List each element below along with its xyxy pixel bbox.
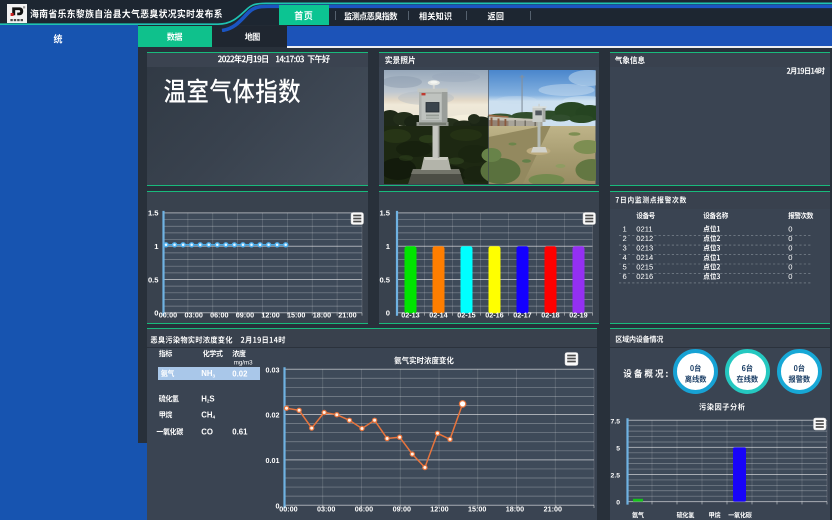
svg-text:0211: 0211 bbox=[636, 225, 652, 234]
svg-text:1.5: 1.5 bbox=[148, 209, 159, 218]
svg-text:09:00: 09:00 bbox=[393, 504, 411, 513]
svg-text:02-15: 02-15 bbox=[457, 310, 475, 319]
svg-text:H2S: H2S bbox=[201, 395, 214, 404]
svg-text:21:00: 21:00 bbox=[338, 310, 356, 319]
svg-text:0213: 0213 bbox=[636, 244, 653, 253]
svg-text:0.61: 0.61 bbox=[232, 428, 248, 437]
svg-text:1.5: 1.5 bbox=[379, 209, 390, 218]
svg-text:18:00: 18:00 bbox=[506, 504, 524, 513]
svg-text:3: 3 bbox=[623, 244, 627, 253]
svg-text:0: 0 bbox=[788, 234, 792, 243]
svg-text:1: 1 bbox=[154, 242, 159, 251]
svg-text:NH3: NH3 bbox=[201, 369, 215, 378]
svg-text:0216: 0216 bbox=[636, 272, 653, 281]
svg-text:2.5: 2.5 bbox=[611, 473, 621, 480]
svg-text:06:00: 06:00 bbox=[355, 504, 373, 513]
svg-text:0.02: 0.02 bbox=[232, 370, 248, 379]
svg-text:00:00: 00:00 bbox=[279, 504, 297, 513]
svg-text:0215: 0215 bbox=[636, 263, 653, 272]
svg-text:0.02: 0.02 bbox=[266, 411, 280, 420]
svg-text:2: 2 bbox=[623, 234, 627, 243]
svg-text:0: 0 bbox=[788, 272, 792, 281]
svg-text:06:00: 06:00 bbox=[210, 310, 228, 319]
svg-text:02-17: 02-17 bbox=[513, 310, 531, 319]
svg-text:0.01: 0.01 bbox=[266, 456, 280, 465]
svg-text:03:00: 03:00 bbox=[317, 504, 335, 513]
svg-text:0: 0 bbox=[788, 225, 792, 234]
svg-text:0: 0 bbox=[386, 309, 390, 318]
svg-text:0.5: 0.5 bbox=[379, 275, 390, 284]
svg-text:7.5: 7.5 bbox=[611, 418, 621, 425]
svg-text:4: 4 bbox=[623, 253, 627, 262]
svg-text:18:00: 18:00 bbox=[313, 310, 331, 319]
svg-text:12:00: 12:00 bbox=[430, 504, 448, 513]
svg-text:12:00: 12:00 bbox=[261, 310, 279, 319]
svg-text:CO: CO bbox=[201, 428, 213, 437]
svg-text:5: 5 bbox=[623, 263, 627, 272]
svg-text:mg/m3: mg/m3 bbox=[234, 359, 253, 366]
svg-text:0.5: 0.5 bbox=[148, 275, 159, 284]
svg-text:03:00: 03:00 bbox=[185, 310, 203, 319]
svg-text:0: 0 bbox=[788, 263, 792, 272]
svg-text:1: 1 bbox=[623, 225, 627, 234]
svg-text:0212: 0212 bbox=[636, 234, 653, 243]
svg-text:21:00: 21:00 bbox=[544, 504, 562, 513]
svg-text:15:00: 15:00 bbox=[287, 310, 305, 319]
svg-text:02-14: 02-14 bbox=[429, 310, 447, 319]
svg-text:09:00: 09:00 bbox=[236, 310, 254, 319]
svg-text:1: 1 bbox=[386, 242, 391, 251]
svg-text:0: 0 bbox=[788, 253, 792, 262]
svg-text:02-19: 02-19 bbox=[569, 310, 587, 319]
svg-text:0: 0 bbox=[616, 500, 620, 507]
svg-text:0.03: 0.03 bbox=[266, 365, 280, 374]
svg-text:0: 0 bbox=[788, 244, 792, 253]
svg-text:02-13: 02-13 bbox=[401, 310, 419, 319]
svg-text:0214: 0214 bbox=[636, 253, 653, 262]
svg-text:5: 5 bbox=[616, 446, 620, 453]
svg-text:6: 6 bbox=[623, 272, 627, 281]
svg-text:15:00: 15:00 bbox=[468, 504, 486, 513]
svg-text:CH4: CH4 bbox=[201, 411, 215, 420]
svg-text:02-18: 02-18 bbox=[541, 310, 559, 319]
svg-text:00:00: 00:00 bbox=[159, 310, 177, 319]
svg-text:02-16: 02-16 bbox=[485, 310, 503, 319]
